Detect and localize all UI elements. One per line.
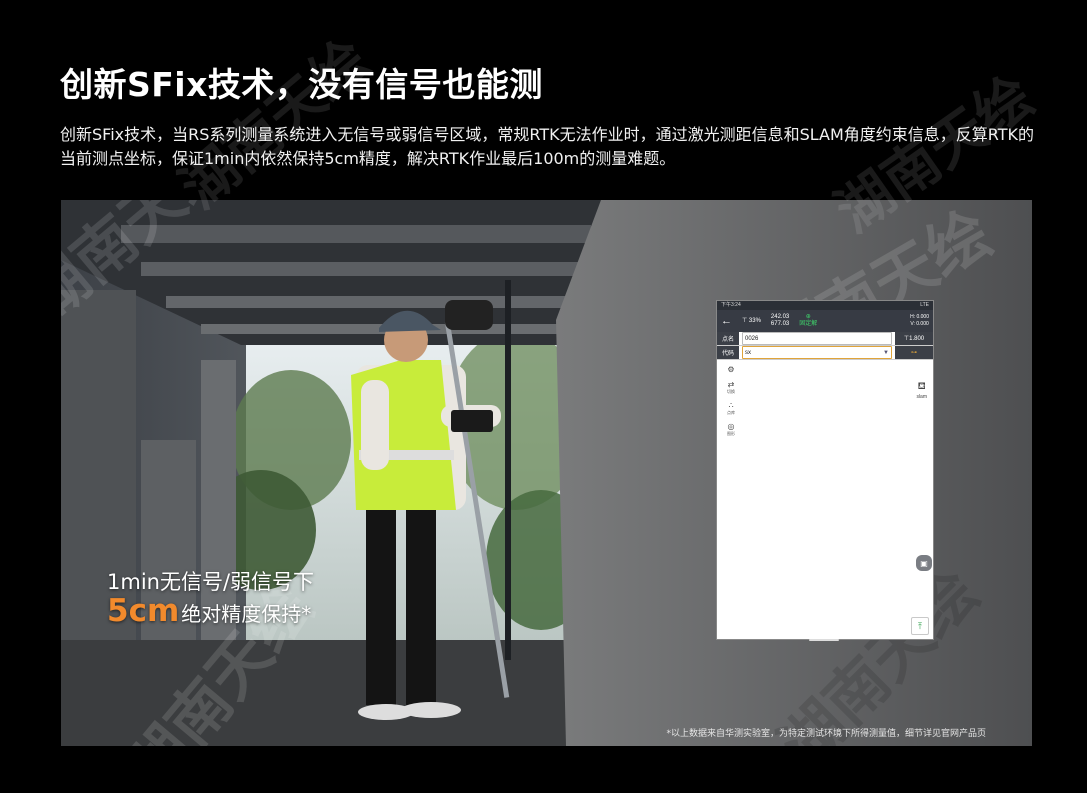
gear-icon: ⚙ — [727, 365, 735, 374]
caption-line1: 1min无信号/弱信号下 — [107, 570, 315, 594]
caption-accuracy-line: 5cm 绝对精度保持* — [107, 593, 311, 629]
v-precision: V: 0.000 — [910, 321, 929, 327]
intro-paragraph: 创新SFix技术，当RS系列测量系统进入无信号或弱信号区域，常规RTK无法作业时… — [60, 125, 1035, 168]
accuracy-value: 5cm — [107, 593, 180, 629]
fix-status-label: 固定解 — [799, 321, 818, 327]
coord-top: 242.03 — [770, 314, 790, 320]
footnote: *以上数据来自华测实验室，为特定测试环境下所得测量值，细节详见官网产品页 — [666, 729, 986, 739]
slam-icon: ⛾ — [917, 381, 926, 392]
coordinates-block: 242.03 677.03 — [771, 314, 789, 328]
tool-label-graphics: 图形 — [727, 431, 735, 436]
tool-column: ⚙ ⇄ 切换 ∴ 点库 ◎ 图形 — [723, 365, 739, 437]
point-label: 点名 — [717, 332, 739, 345]
switch-tool[interactable]: ⇄ 切换 — [727, 380, 735, 395]
points-tool[interactable]: ∴ 点库 — [727, 401, 735, 416]
home-indicator — [809, 639, 839, 641]
graphics-tool[interactable]: ◎ 图形 — [727, 422, 735, 437]
battery-indicator: ⊤ 33% — [742, 318, 761, 325]
h-precision: H: 0.000 — [910, 314, 929, 320]
battery-value: 33% — [748, 317, 761, 324]
status-time: 下午3:24 — [721, 302, 741, 308]
tablet-screen: 下午3:24 LTE ← ⊤ 33% 242.03 677.03 ⊕ 固定解 H:… — [716, 300, 934, 640]
fix-status: ⊕ 固定解 — [799, 314, 818, 327]
product-photo: 湖南天绘 湖南天绘 湖南天绘 湖南天绘 下午3:24 LTE ← ⊤ 33% 2… — [61, 200, 1032, 746]
dropdown-arrow-icon: ▼ — [883, 349, 889, 356]
page-title: 创新SFix技术，没有信号也能测 — [60, 65, 543, 104]
precision-block: H: 0.000 V: 0.000 — [910, 314, 929, 328]
point-name-input[interactable]: 0026 — [742, 332, 892, 345]
code-value: sx — [745, 349, 751, 356]
status-network: LTE — [920, 302, 929, 308]
caption-line2: 绝对精度保持* — [181, 602, 312, 626]
code-input[interactable]: sx ▼ — [742, 346, 892, 359]
antenna-height[interactable]: ⊤ 1.800 — [895, 332, 933, 345]
slam-button[interactable]: ⛾ slam — [916, 381, 927, 400]
points-icon: ∴ — [728, 401, 734, 410]
settings-tool[interactable]: ⚙ — [727, 365, 734, 374]
coord-bottom: 677.03 — [770, 321, 790, 327]
slam-label: slam — [916, 394, 927, 400]
antenna-height-value: 1.800 — [909, 335, 925, 342]
code-action[interactable]: ⊶ — [895, 346, 933, 359]
status-bar: 下午3:24 LTE — [717, 301, 933, 310]
switch-icon: ⇄ — [727, 380, 735, 389]
code-row: 代码 sx ▼ ⊶ — [717, 346, 933, 360]
point-row: 点名 0026 ⊤ 1.800 — [717, 332, 933, 346]
collect-icon: ⤒ — [918, 620, 922, 631]
watermark-5: 湖南天绘 — [168, 27, 382, 222]
tool-label-switch: 切换 — [727, 389, 735, 394]
tool-label-points: 点库 — [727, 410, 735, 415]
antenna-icon: ⊤ — [742, 317, 748, 324]
survey-toolbar: ← ⊤ 33% 242.03 677.03 ⊕ 固定解 H: 0.000 V: 0… — [717, 310, 933, 332]
code-label: 代码 — [717, 346, 739, 359]
collect-point-button[interactable]: ⤒ — [911, 617, 929, 635]
image-icon: ▣ — [920, 558, 928, 568]
back-arrow-icon[interactable]: ← — [721, 315, 732, 327]
floating-side-button[interactable]: ▣ — [916, 555, 932, 571]
graphics-icon: ◎ — [727, 422, 735, 431]
